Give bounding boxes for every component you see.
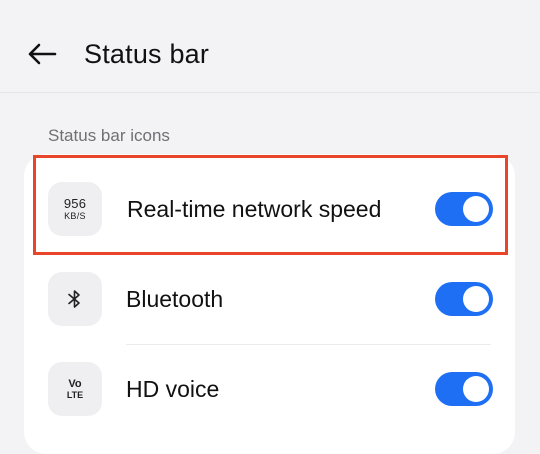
volte-bottom-text: LTE — [66, 389, 84, 400]
network-speed-toggle[interactable] — [435, 192, 493, 226]
bluetooth-glyph-icon — [68, 290, 80, 308]
volte-icon: Vo LTE — [48, 362, 102, 416]
network-speed-label: Real-time network speed — [127, 196, 382, 222]
hd-voice-label: HD voice — [126, 376, 220, 402]
setting-row-hd-voice[interactable]: Vo LTE HD voice — [24, 344, 515, 434]
settings-card: 956 KB/S Real-time network speed Bluetoo… — [24, 154, 515, 454]
network-speed-unit: KB/S — [64, 211, 86, 221]
row-divider — [126, 254, 491, 255]
app-header: Status bar — [0, 0, 540, 93]
row-divider — [126, 344, 491, 345]
arrow-left-icon — [28, 43, 57, 65]
network-speed-value: 956 — [63, 196, 87, 211]
bluetooth-label: Bluetooth — [126, 286, 224, 312]
volte-top-text: Vo — [68, 377, 82, 390]
setting-row-network-speed[interactable]: 956 KB/S Real-time network speed — [24, 164, 515, 254]
toggle-knob — [463, 286, 489, 312]
hd-voice-toggle[interactable] — [435, 372, 493, 406]
back-button[interactable] — [24, 36, 60, 72]
page-title: Status bar — [84, 39, 210, 69]
toggle-knob — [463, 196, 489, 222]
bluetooth-icon — [48, 272, 102, 326]
bluetooth-toggle[interactable] — [435, 282, 493, 316]
setting-row-bluetooth[interactable]: Bluetooth — [24, 254, 515, 344]
network-speed-icon: 956 KB/S — [48, 182, 102, 236]
toggle-knob — [463, 376, 489, 402]
section-title: Status bar icons — [48, 126, 170, 145]
